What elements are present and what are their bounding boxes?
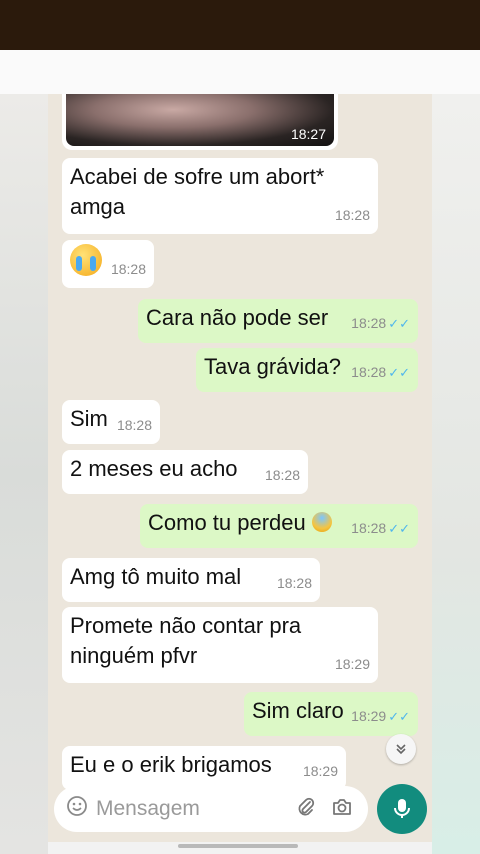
read-ticks-icon: ✓✓ bbox=[388, 521, 410, 536]
message-text: Cara não pode ser bbox=[146, 305, 329, 330]
message-outgoing[interactable]: Sim claro 18:29 ✓✓ bbox=[244, 692, 418, 736]
message-text: Promete não contar pra bbox=[70, 613, 302, 638]
microphone-icon bbox=[394, 799, 410, 818]
message-incoming[interactable]: Acabei de sofre um abort* amga 18:28 bbox=[62, 158, 378, 234]
read-ticks-icon: ✓✓ bbox=[388, 709, 410, 724]
message-input[interactable]: Mensagem bbox=[96, 797, 288, 821]
message-incoming[interactable]: Amg tô muito mal 18:28 bbox=[62, 558, 320, 602]
message-time: 18:28 bbox=[351, 520, 387, 536]
message-time: 18:28 bbox=[116, 417, 152, 433]
message-meta: 18:28 ✓✓ bbox=[351, 513, 410, 544]
voice-message-button[interactable] bbox=[377, 784, 427, 834]
left-blurred-border bbox=[0, 94, 48, 854]
message-meta: 18:28 ✓✓ bbox=[351, 308, 410, 339]
read-ticks-icon: ✓✓ bbox=[388, 316, 410, 331]
message-text: amga bbox=[70, 194, 126, 219]
message-text: ninguém pfvr bbox=[70, 643, 198, 668]
message-time: 18:28 bbox=[351, 364, 387, 380]
smiley-icon bbox=[67, 796, 87, 816]
attach-button[interactable] bbox=[288, 796, 324, 823]
photo-thumbnail[interactable]: 18:27 bbox=[66, 94, 334, 146]
paperclip-icon bbox=[298, 797, 315, 815]
message-text: Acabei de sofre um abort* bbox=[70, 164, 325, 189]
camera-icon bbox=[333, 798, 351, 815]
message-text: Eu e o erik brigamos bbox=[70, 752, 272, 777]
message-time: 18:29 bbox=[302, 763, 338, 779]
crying-face-emoji bbox=[70, 244, 102, 277]
message-text: 2 meses eu acho bbox=[70, 456, 238, 481]
message-meta: 18:29 ✓✓ bbox=[351, 701, 410, 732]
message-text: Sim claro bbox=[252, 698, 344, 723]
message-incoming[interactable]: Eu e o erik brigamos 18:29 bbox=[62, 746, 346, 790]
message-time: 18:29 bbox=[351, 708, 387, 724]
read-ticks-icon: ✓✓ bbox=[388, 365, 410, 380]
message-text: Tava grávida? bbox=[204, 354, 341, 379]
top-white-band bbox=[0, 50, 480, 94]
message-time: 18:28 bbox=[110, 261, 146, 277]
message-outgoing[interactable]: Tava grávida? 18:28 ✓✓ bbox=[196, 348, 418, 392]
home-gesture-pill[interactable] bbox=[178, 844, 298, 848]
fearful-face-emoji bbox=[311, 512, 332, 533]
message-text: Amg tô muito mal bbox=[70, 564, 242, 589]
message-incoming[interactable]: Sim 18:28 bbox=[62, 400, 160, 444]
photo-timestamp: 18:27 bbox=[290, 126, 326, 142]
message-time: 18:28 bbox=[264, 467, 300, 483]
message-time: 18:28 bbox=[334, 207, 370, 223]
double-chevron-down-icon bbox=[396, 744, 406, 755]
message-text: Como tu perdeu bbox=[148, 510, 306, 535]
message-incoming[interactable]: Promete não contar pra ninguém pfvr 18:2… bbox=[62, 607, 378, 683]
message-time: 18:28 bbox=[276, 575, 312, 591]
message-incoming[interactable]: 18:28 bbox=[62, 240, 154, 288]
message-time: 18:29 bbox=[334, 656, 370, 672]
scroll-to-bottom-button[interactable] bbox=[386, 734, 416, 764]
message-outgoing[interactable]: Como tu perdeu 18:28 ✓✓ bbox=[140, 504, 418, 548]
right-blurred-border bbox=[432, 94, 480, 854]
emoji-button[interactable] bbox=[58, 795, 96, 823]
message-incoming[interactable]: 2 meses eu acho 18:28 bbox=[62, 450, 308, 494]
message-outgoing[interactable]: Cara não pode ser 18:28 ✓✓ bbox=[138, 299, 418, 343]
message-text: Sim bbox=[70, 406, 108, 431]
top-dark-bar bbox=[0, 0, 480, 50]
message-input-bar[interactable]: Mensagem bbox=[54, 786, 368, 832]
message-time: 18:28 bbox=[351, 315, 387, 331]
message-meta: 18:28 ✓✓ bbox=[351, 357, 410, 388]
chat-screen: 18:27 Acabei de sofre um abort* amga 18:… bbox=[48, 94, 432, 854]
camera-button[interactable] bbox=[324, 797, 360, 822]
photo-message[interactable]: 18:27 bbox=[62, 94, 338, 150]
